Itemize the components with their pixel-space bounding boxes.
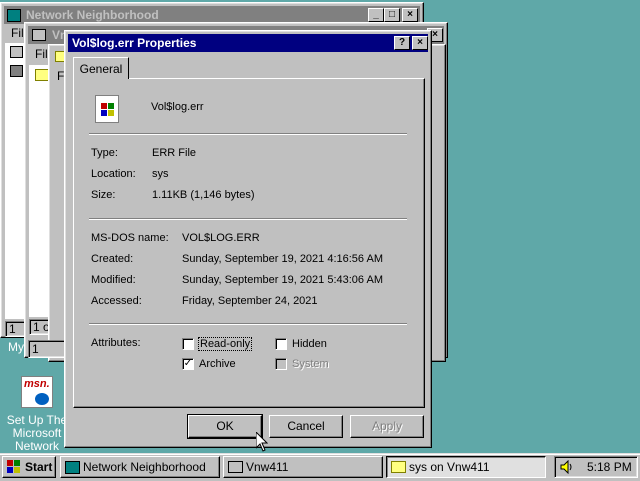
divider bbox=[89, 133, 407, 135]
file-name: Vol$log.err bbox=[151, 101, 204, 113]
created-value: Sunday, September 19, 2021 4:16:56 AM bbox=[182, 253, 383, 265]
hidden-label[interactable]: Hidden bbox=[292, 338, 327, 350]
tab-general[interactable]: General bbox=[73, 57, 129, 79]
msdos-name-value: VOL$LOG.ERR bbox=[182, 232, 260, 244]
location-value: sys bbox=[152, 168, 169, 180]
content-pane bbox=[5, 43, 25, 319]
hidden-checkbox[interactable] bbox=[275, 338, 287, 350]
tab-general-label: General bbox=[79, 62, 123, 76]
maximize-button[interactable]: □ bbox=[384, 8, 400, 22]
start-button[interactable]: Start bbox=[2, 456, 56, 478]
accessed-label: Accessed: bbox=[91, 295, 142, 307]
taskbar-item-label: Network Neighborhood bbox=[83, 460, 206, 474]
desktop-icon-label: My bbox=[8, 340, 24, 354]
file-icon bbox=[95, 95, 119, 123]
network-icon bbox=[7, 9, 21, 22]
taskbar-item-network-neighborhood[interactable]: Network Neighborhood bbox=[60, 456, 220, 478]
location-label: Location: bbox=[91, 168, 136, 180]
network-icon bbox=[65, 461, 80, 474]
msn-logo-text: msn. bbox=[24, 378, 50, 390]
tab-panel: Vol$log.err Type: ERR File Location: sys… bbox=[73, 78, 425, 408]
dialog-title-bar[interactable]: Vol$log.err Properties bbox=[68, 34, 428, 52]
type-value: ERR File bbox=[152, 147, 197, 159]
help-button[interactable]: ? bbox=[394, 36, 410, 50]
taskbar-item-label: sys on Vnw411 bbox=[409, 460, 490, 474]
speaker-icon[interactable] bbox=[560, 460, 574, 474]
apply-button: Apply bbox=[350, 415, 424, 438]
msn-desktop-icon[interactable]: msn. Set Up The Microsoft Network bbox=[4, 376, 70, 453]
modified-label: Modified: bbox=[91, 274, 136, 286]
clock[interactable]: 5:18 PM bbox=[587, 460, 632, 474]
close-button[interactable]: × bbox=[402, 8, 418, 22]
size-value: 1.11KB (1,146 bytes) bbox=[152, 189, 255, 201]
windows-logo-icon bbox=[7, 460, 21, 473]
ok-button[interactable]: OK bbox=[187, 414, 263, 439]
readonly-checkbox[interactable] bbox=[182, 338, 194, 350]
msn-label-line-1: Set Up The bbox=[6, 413, 68, 427]
type-label: Type: bbox=[91, 147, 118, 159]
msdos-name-label: MS-DOS name: bbox=[91, 232, 169, 244]
archive-checkbox[interactable]: ✓ bbox=[182, 358, 194, 370]
computer-icon bbox=[32, 29, 46, 41]
properties-dialog[interactable]: Vol$log.err Properties ? × General Vol$l… bbox=[64, 30, 432, 448]
accessed-value: Friday, September 24, 2021 bbox=[182, 295, 318, 307]
modified-value: Sunday, September 19, 2021 5:43:06 AM bbox=[182, 274, 383, 286]
size-label: Size: bbox=[91, 189, 116, 201]
taskbar-item-sys[interactable]: sys on Vnw411 bbox=[386, 456, 546, 478]
system-tray: 5:18 PM bbox=[554, 456, 638, 478]
msn-label-line-3: Network bbox=[14, 439, 59, 453]
divider bbox=[89, 323, 407, 325]
computer-icon bbox=[10, 46, 23, 58]
folder-icon bbox=[391, 461, 406, 473]
computer-icon bbox=[10, 65, 23, 77]
divider bbox=[89, 218, 407, 220]
start-label: Start bbox=[25, 460, 53, 474]
archive-label[interactable]: Archive bbox=[199, 358, 236, 370]
system-checkbox bbox=[275, 358, 287, 370]
taskbar-item-vnw411[interactable]: Vnw411 bbox=[223, 456, 383, 478]
msn-logo-icon: msn. bbox=[21, 376, 53, 408]
readonly-label[interactable]: Read-only bbox=[197, 337, 253, 351]
close-button[interactable]: × bbox=[412, 36, 428, 50]
minimize-button[interactable]: _ bbox=[368, 8, 384, 22]
dialog-title: Vol$log.err Properties bbox=[72, 36, 197, 50]
cancel-button[interactable]: Cancel bbox=[269, 415, 343, 438]
computer-icon bbox=[228, 461, 243, 473]
attributes-label: Attributes: bbox=[91, 337, 141, 349]
window-title: Network Neighborhood bbox=[26, 8, 159, 22]
mouse-cursor-icon bbox=[256, 432, 268, 452]
taskbar-item-label: Vnw411 bbox=[246, 460, 289, 474]
created-label: Created: bbox=[91, 253, 134, 265]
msn-label-line-2: Microsoft bbox=[12, 426, 62, 440]
system-label: System bbox=[292, 358, 329, 370]
